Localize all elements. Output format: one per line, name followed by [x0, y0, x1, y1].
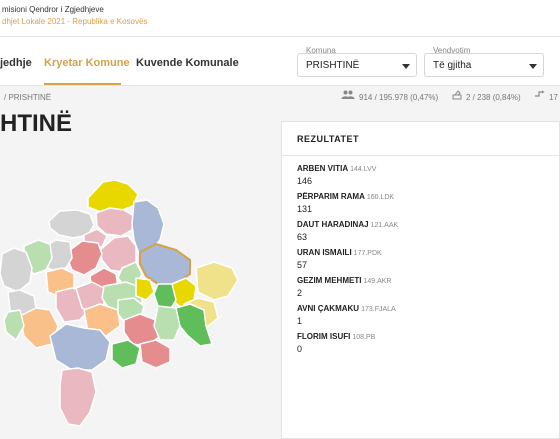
candidate-votes: 57 [297, 260, 308, 270]
map-region-prizren[interactable] [49, 323, 111, 371]
candidate-row[interactable]: DAUT HARADINAJ 121.AAK 63 [297, 220, 547, 242]
candidate-votes: 131 [297, 204, 313, 214]
candidate-row[interactable]: URAN ISMAILI 177.PDK 57 [297, 248, 547, 270]
results-heading: REZULTATET [297, 134, 359, 144]
candidate-votes: 2 [297, 288, 303, 298]
candidate-row[interactable]: GEZIM MEHMETI 149.AKR 2 [297, 276, 547, 298]
tab-zgjedhje[interactable]: jedhje [0, 57, 32, 69]
chevron-down-icon [402, 64, 410, 69]
candidate-party: 173.FJALA [361, 306, 396, 313]
stations-stat: 2 / 238 (0,84%) [466, 93, 521, 102]
other-stat: 17 [549, 93, 558, 102]
map-region-ranilug[interactable] [153, 305, 181, 341]
vendvotim-select[interactable]: Të gjitha [424, 53, 544, 77]
results-panel: REZULTATET ARBEN VITIA 144.LVV 146 PËRPAR… [281, 121, 560, 439]
candidate-name: AVNI ÇAKMAKU [297, 304, 360, 313]
candidate-party: 177.PDK [353, 250, 382, 257]
top-header: misioni Qendror i Zgjedhjeve dhjet Lokal… [0, 0, 560, 37]
candidate-row[interactable]: FLORIM ISUFI 108.PB 0 [297, 332, 547, 354]
nav-bar: jedhje Kryetar Komune Kuvende Komunale K… [0, 37, 560, 86]
vendvotim-select-value: Të gjitha [433, 60, 472, 71]
map-region-gjilan[interactable] [195, 261, 239, 301]
candidate-name: PËRPARIM RAMA [297, 192, 365, 201]
map-region-prishtina[interactable] [139, 243, 191, 285]
candidate-party: 121.AAK [370, 222, 399, 229]
arrows-icon [535, 90, 545, 97]
map-region-dragash[interactable] [59, 367, 97, 427]
candidate-votes: 1 [297, 316, 303, 326]
chevron-down-icon [529, 64, 537, 69]
candidate-party: 144.LVV [350, 166, 377, 173]
map-region-mitrovica-south[interactable] [67, 240, 103, 276]
map-region-kosovo-polje[interactable] [135, 277, 155, 301]
ballot-box-icon [452, 90, 462, 100]
komuna-select[interactable]: PRISHTINË [297, 53, 417, 77]
map-region-kacanik[interactable] [139, 339, 171, 369]
breadcrumb: / PRISHTINË [4, 93, 52, 102]
org-name: misioni Qendror i Zgjedhjeve [2, 5, 104, 14]
candidate-party: 149.AKR [363, 278, 392, 285]
breadcrumb-row: / PRISHTINË 914 / 195.978 (0,47%) 2 / 23… [0, 86, 560, 108]
tab-kuvende-komunale[interactable]: Kuvende Komunale [136, 57, 239, 69]
kosovo-municipality-map [0, 180, 239, 427]
page-title: HTINË [0, 110, 72, 137]
tab-kryetar-komune[interactable]: Kryetar Komune [44, 57, 130, 69]
candidate-name: DAUT HARADINAJ [297, 220, 369, 229]
candidate-votes: 63 [297, 232, 308, 242]
candidate-party: 108.PB [352, 334, 376, 341]
map-region-junik[interactable] [3, 309, 25, 341]
candidate-name: ARBEN VITIA [297, 164, 349, 173]
candidate-votes: 146 [297, 176, 313, 186]
active-tab-indicator [44, 83, 121, 85]
candidate-row[interactable]: PËRPARIM RAMA 160.LDK 131 [297, 192, 547, 214]
candidate-row[interactable]: ARBEN VITIA 144.LVV 146 [297, 164, 547, 186]
results-divider [282, 155, 560, 156]
candidate-name: GEZIM MEHMETI [297, 276, 362, 285]
org-subtitle: dhjet Lokale 2021 - Republika e Kosovës [2, 17, 148, 26]
candidate-votes: 0 [297, 344, 303, 354]
candidate-name: FLORIM ISUFI [297, 332, 351, 341]
candidate-name: URAN ISMAILI [297, 248, 352, 257]
people-icon [341, 90, 355, 99]
komuna-select-value: PRISHTINË [306, 60, 360, 71]
map-region-peja[interactable] [0, 247, 33, 293]
candidate-party: 160.LDK [366, 194, 395, 201]
voters-stat: 914 / 195.978 (0,47%) [359, 93, 439, 102]
candidate-row[interactable]: AVNI ÇAKMAKU 173.FJALA 1 [297, 304, 547, 326]
